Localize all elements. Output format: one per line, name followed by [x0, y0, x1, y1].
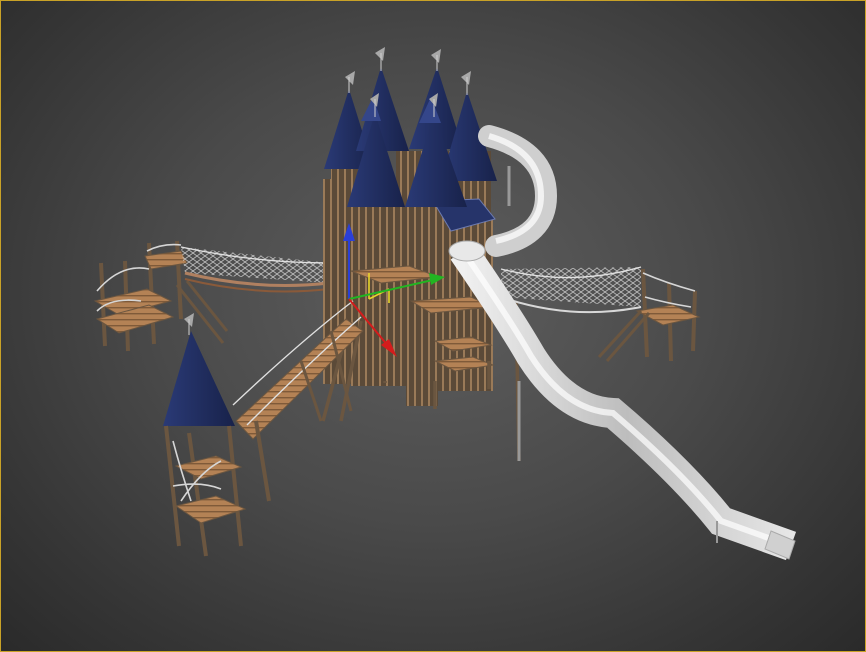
left-rope-bridge[interactable] — [180, 246, 330, 293]
perspective-viewport[interactable] — [0, 0, 866, 652]
spiral-slide[interactable] — [478, 125, 558, 257]
right-rope-bridge[interactable] — [500, 266, 642, 314]
scene-canvas[interactable] — [1, 1, 865, 651]
roof-flags — [345, 47, 471, 107]
